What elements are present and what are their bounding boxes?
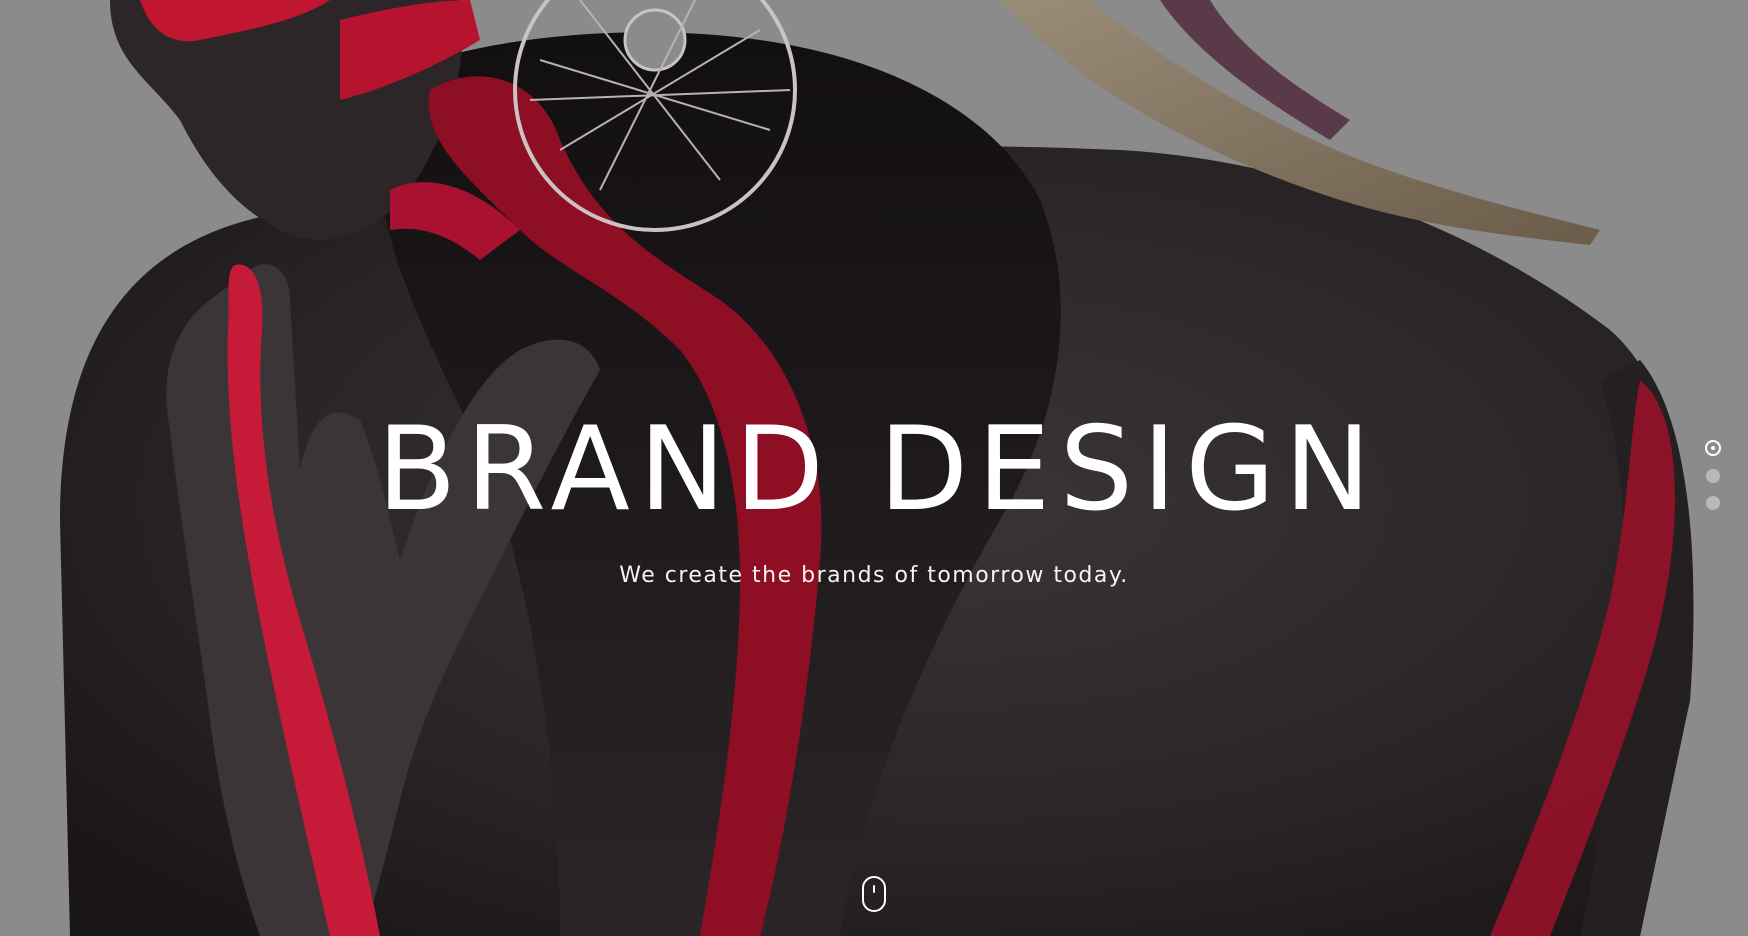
slide-dot-2[interactable] (1706, 469, 1720, 483)
slide-pagination (1704, 440, 1722, 523)
hero-title: BRAND DESIGN (377, 402, 1380, 537)
hero-subtitle: We create the brands of tomorrow today. (619, 563, 1129, 588)
mouse-scroll-icon[interactable] (862, 876, 886, 912)
hero-section: BRAND DESIGN We create the brands of tom… (0, 0, 1748, 936)
slide-dot-1[interactable] (1705, 440, 1721, 456)
hero-content: BRAND DESIGN We create the brands of tom… (0, 402, 1748, 589)
mouse-wheel (873, 885, 875, 893)
slide-dot-3[interactable] (1706, 496, 1720, 510)
